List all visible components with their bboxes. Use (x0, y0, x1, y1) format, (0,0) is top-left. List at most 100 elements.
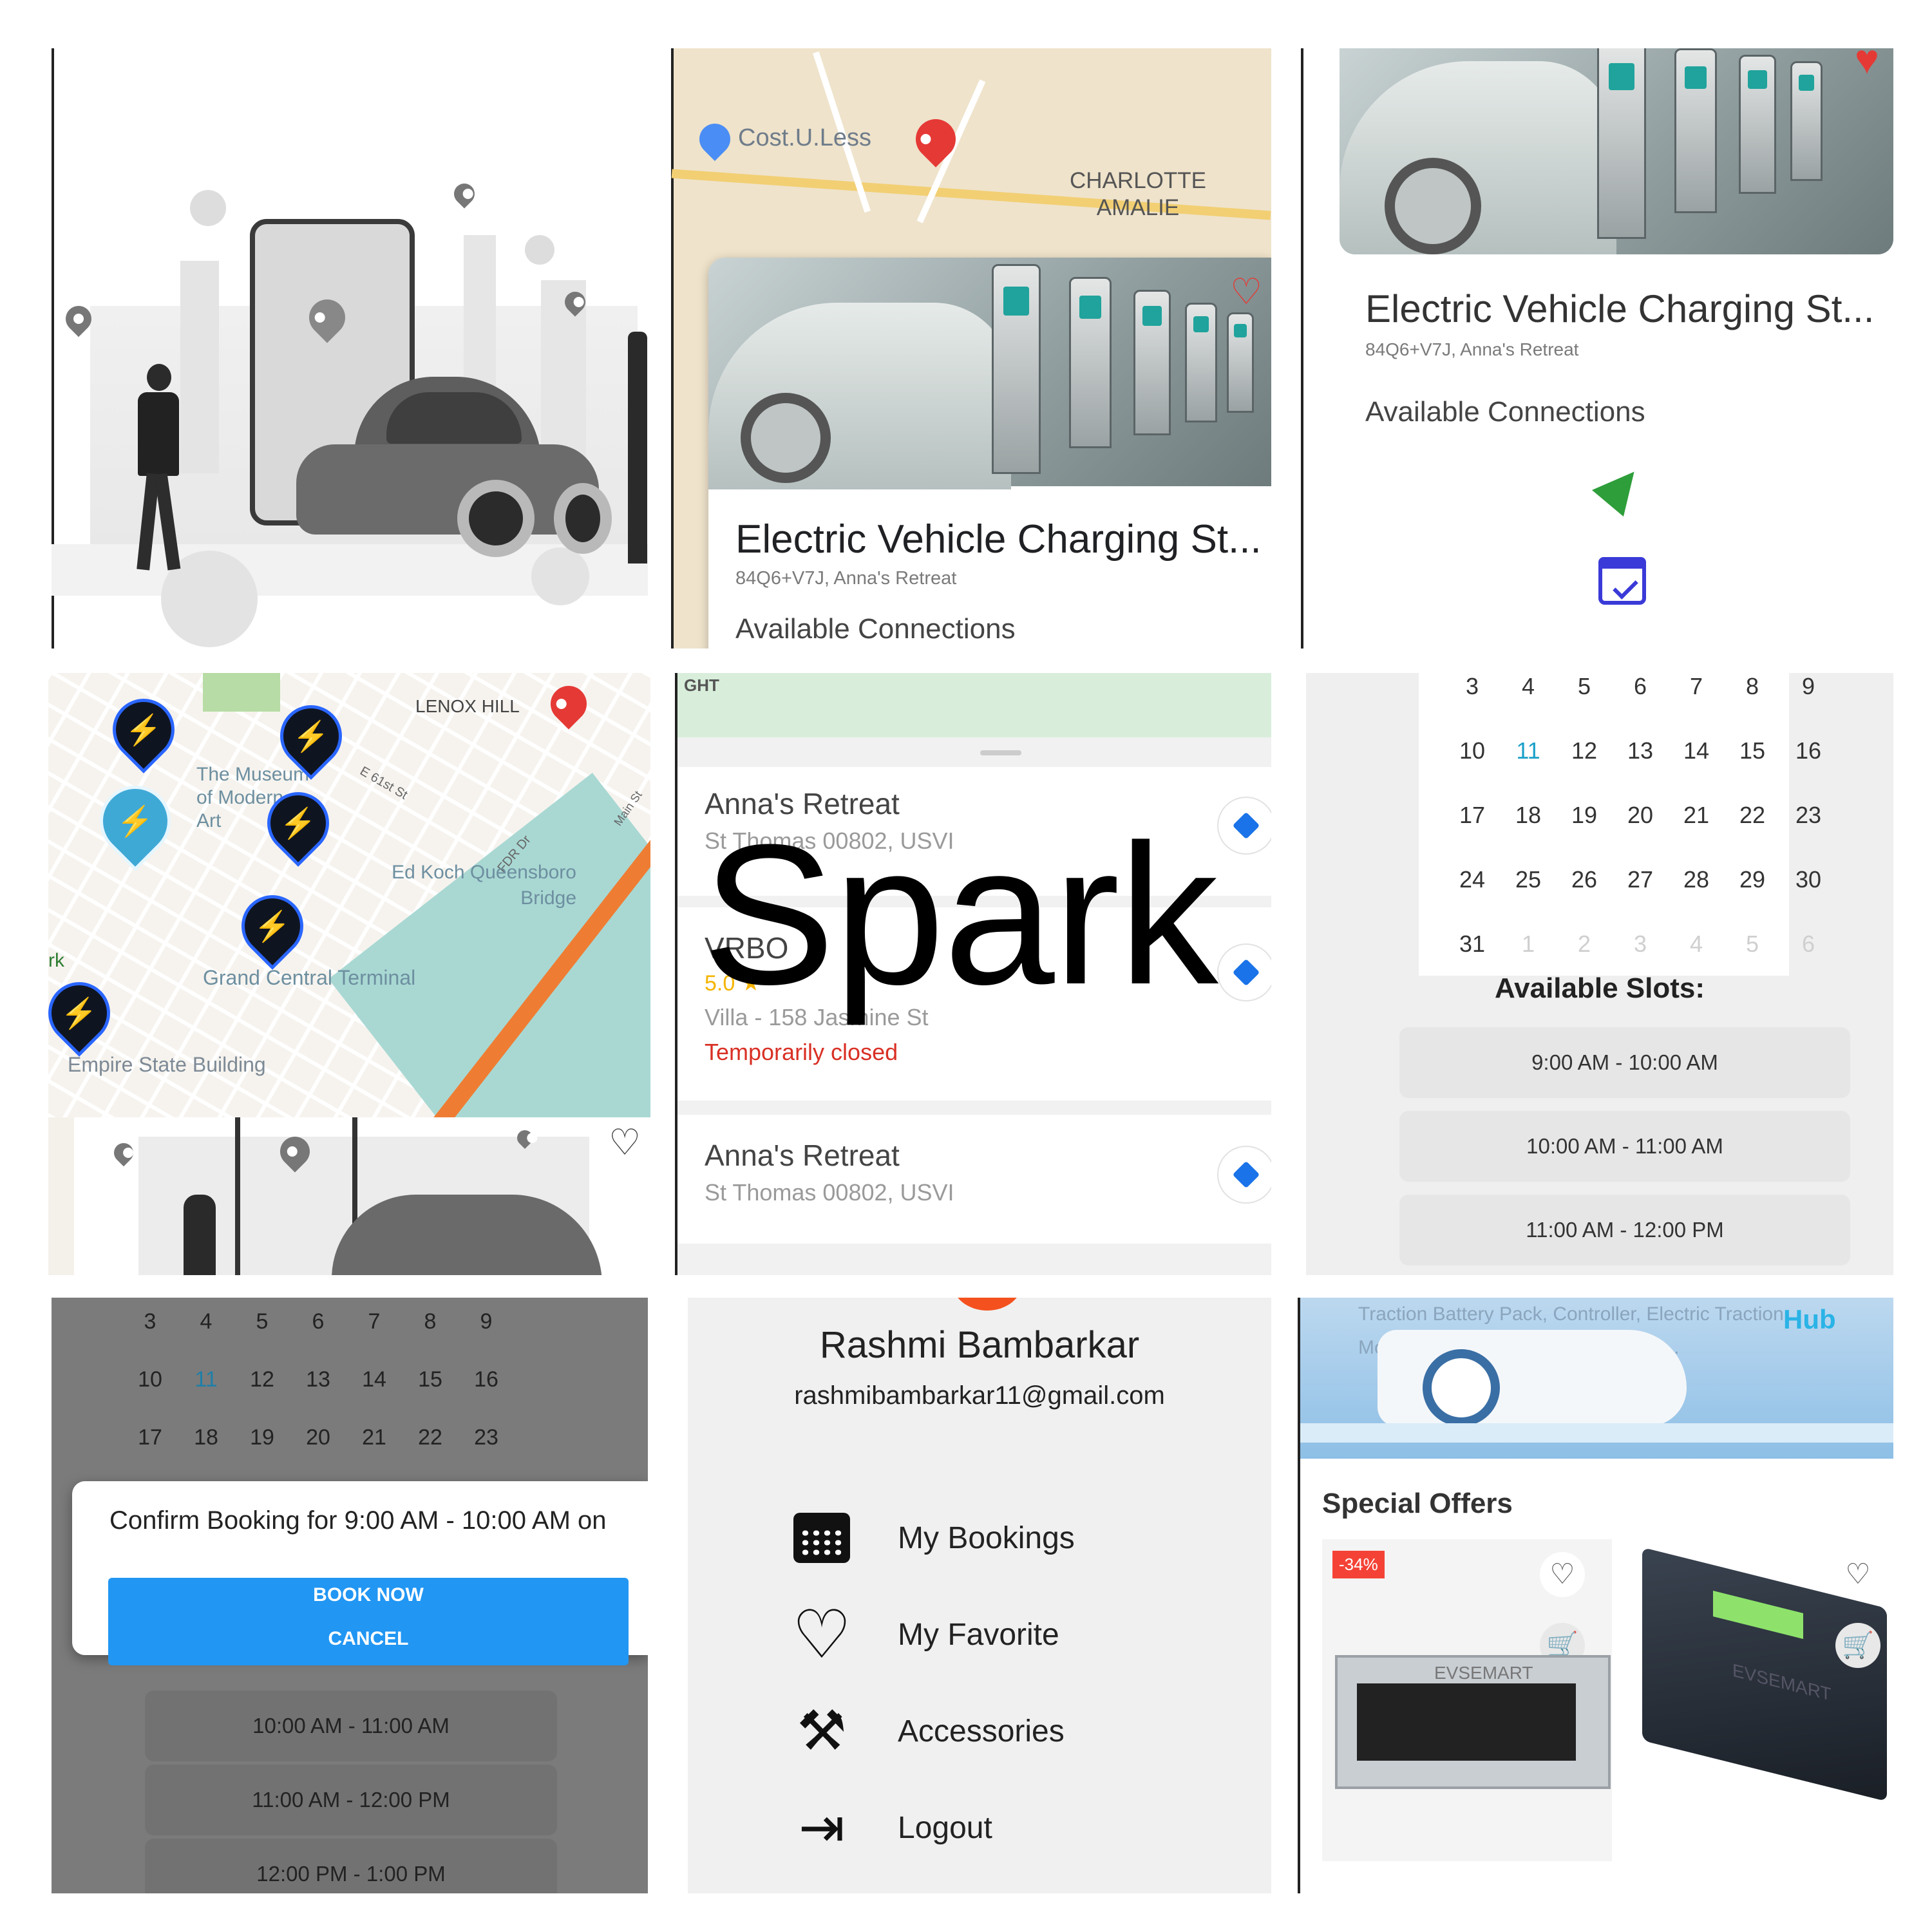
list-item[interactable]: Anna's Retreat St Thomas 00802, USVI (677, 1115, 1271, 1244)
terminal-label[interactable]: Grand Central Terminal (203, 966, 415, 990)
menu-label: Accessories (898, 1714, 1065, 1748)
calendar-day[interactable]: 7 (1669, 673, 1724, 700)
favorite-heart-icon[interactable]: ♡ (1230, 270, 1262, 313)
promo-banner[interactable]: Traction Battery Pack, Controller, Elect… (1300, 1298, 1893, 1459)
calendar-day[interactable]: 23 (459, 1425, 514, 1450)
directions-icon[interactable] (1217, 943, 1271, 1001)
navigate-arrow-icon[interactable] (1591, 458, 1651, 517)
calendar-day[interactable]: 26 (1557, 866, 1612, 893)
calendar-day[interactable]: 10 (1444, 737, 1500, 764)
calendar-day[interactable]: 17 (122, 1425, 178, 1450)
tools-icon: ⚒ (797, 1700, 847, 1762)
calendar-day[interactable]: 2 (1557, 931, 1612, 958)
product-card[interactable]: -34% ♡ 🛒 EVSEMART (1322, 1539, 1612, 1861)
cancel-button[interactable]: CANCEL (108, 1628, 629, 1650)
calendar-day[interactable]: 15 (402, 1367, 458, 1392)
calendar-day[interactable]: 29 (1725, 866, 1780, 893)
book-calendar-icon[interactable] (1598, 557, 1646, 605)
time-slot-button[interactable]: 11:00 AM - 12:00 PM (1399, 1195, 1850, 1265)
book-now-button[interactable]: BOOK NOW CANCEL (108, 1578, 629, 1665)
park-area (203, 673, 280, 712)
favorite-heart-icon[interactable]: ♡ (1835, 1552, 1880, 1597)
calendar-day[interactable]: 6 (1613, 673, 1668, 700)
calendar-day[interactable]: 8 (1725, 673, 1780, 700)
time-slot-button[interactable]: 10:00 AM - 11:00 AM (1399, 1111, 1850, 1182)
calendar-day[interactable]: 18 (1501, 802, 1556, 829)
map-strip (677, 673, 1271, 737)
product-card[interactable]: ♡ EVSEMART 🛒 (1629, 1539, 1893, 1861)
calendar-day[interactable]: 5 (234, 1309, 290, 1334)
menu-item-my-bookings[interactable]: My Bookings (791, 1507, 1075, 1569)
calendar-day[interactable]: 12 (1557, 737, 1612, 764)
calendar-day[interactable]: 30 (1781, 866, 1836, 893)
calendar-day[interactable]: 14 (1669, 737, 1724, 764)
calendar-day[interactable]: 16 (1781, 737, 1836, 764)
calendar-day[interactable]: 19 (1557, 802, 1612, 829)
calendar-day[interactable]: 24 (1444, 866, 1500, 893)
station-photo: ♡ (708, 258, 1271, 489)
calendar-day[interactable]: 9 (1781, 673, 1836, 700)
calendar-day[interactable]: 22 (402, 1425, 458, 1450)
favorite-heart-filled-icon[interactable]: ♥ (1855, 48, 1879, 83)
poi-store-icon[interactable] (693, 117, 737, 161)
calendar-day[interactable]: 22 (1725, 802, 1780, 829)
slots-title: Available Slots: (1494, 972, 1705, 1004)
calendar-day[interactable]: 11 (1501, 737, 1556, 764)
calendar-day[interactable]: 5 (1725, 931, 1780, 958)
charger-unit (1185, 303, 1217, 422)
calendar-day[interactable]: 16 (459, 1367, 514, 1392)
calendar-day[interactable]: 4 (1669, 931, 1724, 958)
calendar-day[interactable]: 15 (1725, 737, 1780, 764)
calendar-day[interactable]: 6 (1781, 931, 1836, 958)
favorite-heart-icon[interactable]: ♡ (1540, 1552, 1585, 1597)
calendar-day[interactable]: 21 (346, 1425, 402, 1450)
calendar-day[interactable]: 31 (1444, 931, 1500, 958)
calendar-day[interactable]: 3 (122, 1309, 178, 1334)
avatar[interactable] (952, 1298, 1023, 1311)
station-card[interactable]: ♡ Electric Vehicle Charging St... 84Q6+V… (708, 258, 1271, 649)
calendar-day[interactable]: 13 (1613, 737, 1668, 764)
empire-label[interactable]: Empire State Building (68, 1053, 266, 1077)
calendar-day[interactable]: 10 (122, 1367, 178, 1392)
calendar-day[interactable]: 13 (290, 1367, 346, 1392)
directions-icon[interactable] (1217, 797, 1271, 855)
selected-location-pin-icon[interactable] (907, 111, 964, 167)
calendar-day[interactable]: 4 (178, 1309, 234, 1334)
calendar-day[interactable]: 5 (1557, 673, 1612, 700)
drag-handle[interactable] (980, 750, 1021, 755)
add-to-cart-icon[interactable]: 🛒 (1835, 1623, 1880, 1668)
calendar-day[interactable]: 12 (234, 1367, 290, 1392)
calendar-day[interactable]: 6 (290, 1309, 346, 1334)
favorite-heart-icon[interactable]: ♡ (609, 1121, 641, 1164)
calendar-day[interactable]: 19 (234, 1425, 290, 1450)
poi-store-label[interactable]: Cost.U.Less (738, 124, 871, 152)
calendar-day[interactable]: 14 (346, 1367, 402, 1392)
calendar-day[interactable]: 20 (1613, 802, 1668, 829)
calendar-day[interactable]: 9 (459, 1309, 514, 1334)
calendar-day[interactable]: 17 (1444, 802, 1500, 829)
calendar-day[interactable]: 18 (178, 1425, 234, 1450)
menu-item-my-favorite[interactable]: ♡ My Favorite (791, 1598, 1059, 1672)
calendar-day[interactable]: 20 (290, 1425, 346, 1450)
calendar-day[interactable]: 28 (1669, 866, 1724, 893)
menu-item-accessories[interactable]: ⚒ Accessories (791, 1700, 1065, 1762)
decor-circle (190, 190, 226, 226)
calendar-day[interactable]: 11 (178, 1367, 234, 1392)
calendar-day[interactable]: 8 (402, 1309, 458, 1334)
time-slot-button[interactable]: 11:00 AM - 12:00 PM (145, 1765, 557, 1835)
calendar-day[interactable]: 4 (1501, 673, 1556, 700)
calendar-day[interactable]: 1 (1501, 931, 1556, 958)
directions-icon[interactable] (1217, 1146, 1271, 1204)
bridge-label[interactable]: Ed Koch Queensboro Bridge (345, 860, 576, 911)
calendar-day[interactable]: 7 (346, 1309, 402, 1334)
calendar-day[interactable]: 23 (1781, 802, 1836, 829)
calendar-day[interactable]: 27 (1613, 866, 1668, 893)
calendar-day[interactable]: 21 (1669, 802, 1724, 829)
calendar-day[interactable]: 25 (1501, 866, 1556, 893)
calendar-day[interactable]: 3 (1444, 673, 1500, 700)
time-slot-button[interactable]: 12:00 PM - 1:00 PM (145, 1839, 557, 1893)
time-slot-button[interactable]: 10:00 AM - 11:00 AM (145, 1690, 557, 1761)
time-slot-button[interactable]: 9:00 AM - 10:00 AM (1399, 1027, 1850, 1098)
calendar-day[interactable]: 3 (1613, 931, 1668, 958)
menu-item-logout[interactable]: ⇥ Logout (791, 1797, 992, 1859)
